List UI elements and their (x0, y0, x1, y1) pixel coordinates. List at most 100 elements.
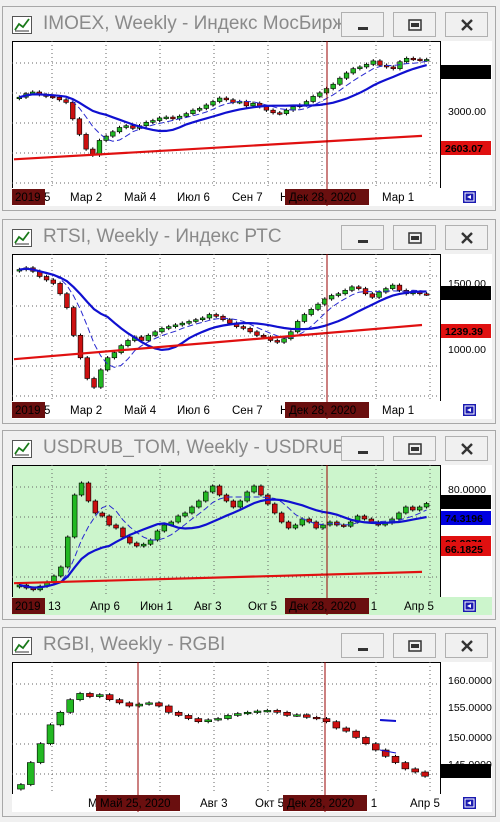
svg-text:1239.39: 1239.39 (445, 326, 483, 338)
close-button[interactable] (445, 225, 488, 250)
chart-canvas[interactable]: 1500.001000.001417.771239.3920195Мар 2Ма… (12, 254, 492, 419)
candle (91, 376, 97, 389)
close-button[interactable] (445, 436, 488, 461)
maximize-button[interactable] (393, 633, 436, 658)
candle (223, 493, 230, 503)
window-titlebar[interactable]: RTSI, Weekly - Индекс РТС (3, 220, 495, 254)
price-chart[interactable]: 80.000070.000077.585074.319666.937166.18… (12, 465, 492, 615)
candle (362, 735, 370, 746)
window-titlebar[interactable]: RGBI, Weekly - RGBI (3, 628, 495, 662)
chart-app-icon (12, 637, 32, 655)
y-tick-label: 80.0000 (448, 484, 486, 496)
plot-area (12, 41, 441, 189)
candle (251, 484, 257, 494)
year-tag: 2019 (12, 402, 45, 418)
time-axis-label: Авг 3 (200, 798, 228, 810)
candle (352, 729, 360, 740)
svg-text:Дек 28, 2020: Дек 28, 2020 (287, 798, 354, 810)
candle (76, 117, 83, 137)
candle (381, 748, 390, 758)
y-tick-label: 150.0000 (448, 732, 492, 744)
chart-canvas[interactable]: 160.0000155.0000150.0000145.0000143.8300… (12, 662, 492, 812)
price-chart[interactable]: 160.0000155.0000150.0000145.0000143.8300… (12, 662, 492, 812)
svg-text:74.3196: 74.3196 (445, 513, 483, 525)
candle (56, 710, 65, 727)
price-chart[interactable]: 1500.001000.001417.771239.3920195Мар 2Ма… (12, 254, 492, 419)
minimize-icon (357, 647, 368, 651)
maximize-button[interactable] (393, 12, 436, 37)
time-axis-label: Мар 1 (382, 192, 414, 204)
maximize-icon (407, 18, 422, 31)
candle (98, 368, 104, 389)
candle (85, 481, 92, 503)
candle (84, 356, 90, 381)
svg-text:2019: 2019 (15, 405, 41, 417)
scroll-end-button[interactable] (463, 797, 476, 809)
candle (209, 484, 216, 494)
candle (313, 520, 319, 530)
chart-canvas[interactable]: 80.000070.000077.585074.319666.937166.18… (12, 465, 492, 615)
minimize-button[interactable] (341, 436, 384, 461)
candle (372, 742, 380, 752)
red-ma-label: 2603.07 (441, 141, 491, 155)
chart-window-3[interactable]: RGBI, Weekly - RGBI 160.0000 155.0000 150.0… (2, 627, 496, 817)
window-title: USDRUB_TOM, Weekly - USDRUB_T... (43, 437, 382, 458)
candle (189, 505, 195, 515)
time-axis-label: Апр 5 (410, 798, 440, 810)
maximize-icon (407, 639, 422, 652)
minimize-icon (357, 450, 368, 454)
candle (66, 698, 74, 714)
time-axis-label: Июл 6 (177, 405, 210, 417)
window-titlebar[interactable]: IMOEX, Weekly - Индекс МосБиржи (3, 7, 495, 41)
chart-window-2[interactable]: USDRUB_TOM, Weekly - USDRUB_T... 80.0000 7… (2, 430, 496, 620)
maximize-button[interactable] (393, 225, 436, 250)
last-price-label: 143.8300 (441, 764, 491, 778)
minimize-button[interactable] (341, 12, 384, 37)
candle (285, 520, 292, 530)
highlight-date-tag: Дек 28, 2020 (285, 189, 369, 205)
chart-window-0[interactable]: IMOEX, Weekly - Индекс МосБиржи3000.0025… (2, 6, 496, 211)
close-button[interactable] (445, 12, 488, 37)
candle (64, 292, 70, 310)
y-tick-label: 1000.00 (448, 344, 486, 356)
time-axis-label: Окт 5 (255, 798, 284, 810)
scroll-end-button[interactable] (463, 600, 476, 612)
time-axis-label: Авг 3 (194, 601, 222, 613)
candle (175, 514, 181, 524)
last-price-label: 77.5850 (441, 495, 491, 509)
time-axis-label: Июн 1 (140, 601, 173, 613)
minimize-icon (357, 239, 368, 243)
scroll-end-button[interactable] (463, 191, 476, 203)
window-titlebar[interactable]: USDRUB_TOM, Weekly - USDRUB_T... (3, 431, 495, 465)
svg-text:2019: 2019 (15, 192, 41, 204)
time-axis-label: Апр 6 (90, 601, 120, 613)
chart-canvas[interactable]: 3000.002500.003486.032603.0720195Мар 2Ма… (12, 41, 492, 206)
price-chart[interactable]: 3000.002500.003486.032603.0720195Мар 2Ма… (12, 41, 492, 206)
close-button[interactable] (445, 633, 488, 658)
highlight-date-tag: Дек 28, 2020 (283, 795, 367, 811)
svg-text:1417.77: 1417.77 (445, 288, 483, 300)
y-tick-label: 160.0000 (448, 675, 492, 687)
year-tag: 2019 (12, 598, 45, 614)
minimize-button[interactable] (341, 633, 384, 658)
svg-text:143.8300: 143.8300 (445, 766, 489, 778)
close-icon (460, 231, 473, 244)
candle (65, 535, 71, 569)
candle (77, 333, 84, 360)
candle (71, 305, 77, 338)
candle (301, 312, 308, 324)
window-title: RTSI, Weekly - Индекс РТС (43, 226, 282, 247)
minimize-button[interactable] (341, 225, 384, 250)
svg-text:Дек 28, 2020: Дек 28, 2020 (289, 405, 356, 417)
time-axis-label: Сен 7 (232, 405, 263, 417)
svg-text:2019: 2019 (15, 601, 41, 613)
time-axis-label: Мар 1 (382, 405, 414, 417)
scroll-end-button[interactable] (463, 404, 476, 416)
last-price-label: 3486.03 (441, 65, 491, 79)
y-tick-label: 3000.00 (448, 106, 486, 118)
maximize-button[interactable] (393, 436, 436, 461)
candle (403, 505, 409, 515)
chart-window-1[interactable]: RTSI, Weekly - Индекс РТС 1500.00 1000.00 1… (2, 219, 496, 424)
candle (165, 704, 173, 714)
svg-text:3486.03: 3486.03 (445, 67, 483, 79)
